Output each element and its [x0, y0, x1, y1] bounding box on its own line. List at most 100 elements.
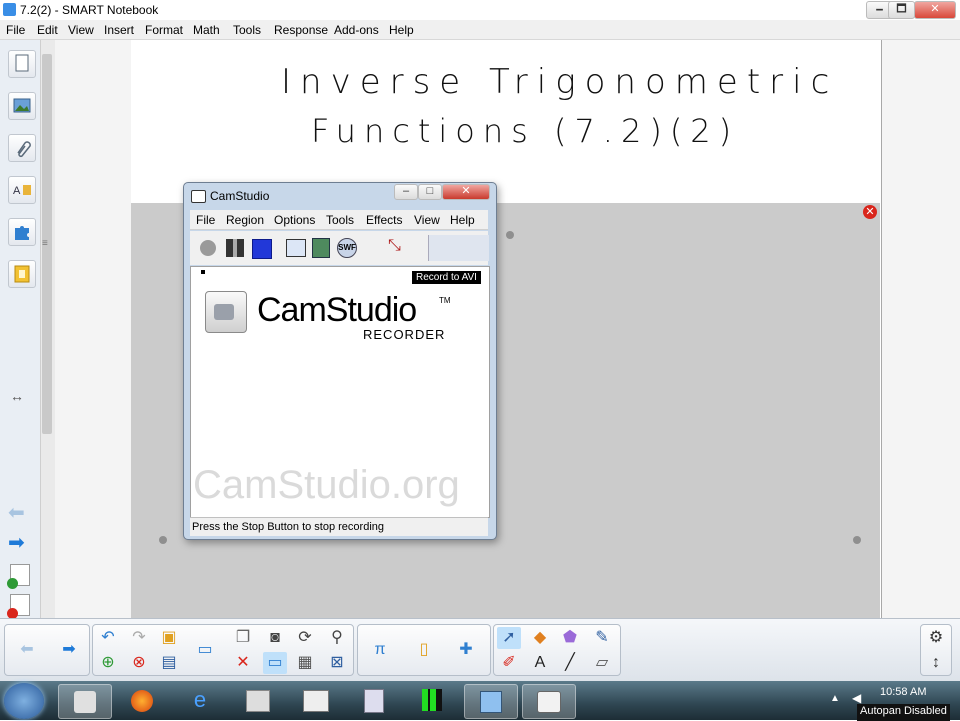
- volume-icon[interactable]: ◀: [852, 691, 861, 705]
- trademark-label: TM: [439, 296, 451, 305]
- delete-icon[interactable]: ✕: [231, 652, 255, 674]
- record-tooltip: Record to AVI: [412, 271, 481, 284]
- task-calculator[interactable]: [348, 684, 400, 717]
- shapes-icon[interactable]: ◆: [528, 627, 552, 649]
- task-audio-meter[interactable]: [406, 684, 458, 717]
- camstudio-menu-bar: File Region Options Tools Effects View H…: [190, 210, 488, 230]
- response-tab[interactable]: [8, 260, 36, 288]
- sidebar-resize-grip[interactable]: ≡: [42, 238, 48, 249]
- taskbar: e ▲ ◀ 10:58 AM Autopan Disabled: [0, 681, 960, 721]
- cam-menu-region[interactable]: Region: [226, 213, 264, 227]
- clock-time[interactable]: 10:58 AM: [880, 686, 926, 698]
- close-button[interactable]: ✕: [914, 1, 956, 19]
- selection-handle[interactable]: [159, 536, 167, 544]
- gear-icon[interactable]: ⚙: [924, 627, 948, 649]
- menu-math[interactable]: Math: [193, 23, 220, 37]
- camstudio-close-button[interactable]: ✕: [442, 184, 490, 200]
- page-sorter-tab[interactable]: [8, 50, 36, 78]
- menu-help[interactable]: Help: [389, 23, 414, 37]
- pens-icon[interactable]: ✐: [497, 652, 521, 674]
- magnifier-icon[interactable]: ⚲: [325, 627, 349, 649]
- task-internet-explorer[interactable]: e: [174, 684, 226, 717]
- previous-page-icon[interactable]: ⬅: [15, 639, 39, 661]
- task-media[interactable]: [290, 684, 342, 717]
- add-page-icon[interactable]: [7, 564, 30, 589]
- autopan-icon[interactable]: ⤡: [388, 237, 408, 257]
- options-icon[interactable]: [312, 238, 330, 258]
- task-smart-notebook[interactable]: [58, 684, 112, 719]
- show-hidden-icons-icon[interactable]: ▲: [830, 693, 840, 704]
- menu-addons[interactable]: Add-ons: [334, 23, 379, 37]
- selection-handle[interactable]: [853, 536, 861, 544]
- cam-menu-effects[interactable]: Effects: [366, 213, 402, 227]
- menu-file[interactable]: File: [6, 23, 25, 37]
- select-icon[interactable]: ➚: [497, 627, 521, 649]
- table-icon[interactable]: ▦: [293, 652, 317, 674]
- page-title-line2[interactable]: Functions (7.2)(2): [311, 112, 739, 150]
- selection-handle[interactable]: [506, 231, 514, 239]
- swf-icon[interactable]: SWF: [337, 238, 357, 258]
- delete-object-icon[interactable]: ✕: [863, 205, 877, 219]
- maximize-button[interactable]: 🗖: [888, 1, 915, 19]
- math-icon[interactable]: π: [368, 639, 392, 661]
- redo-icon[interactable]: ↷: [127, 627, 151, 649]
- record-icon[interactable]: [200, 240, 216, 256]
- screen-capture-icon[interactable]: ⟳: [293, 627, 317, 649]
- next-page-icon[interactable]: ➡: [8, 530, 25, 555]
- canvas-margin-right: [881, 40, 960, 618]
- camstudio-window[interactable]: CamStudio – □ ✕ File Region Options Tool…: [183, 182, 497, 540]
- pause-icon[interactable]: [226, 239, 244, 257]
- task-notepad[interactable]: [464, 684, 518, 719]
- menu-edit[interactable]: Edit: [37, 23, 58, 37]
- properties-tab[interactable]: A: [8, 176, 36, 204]
- close-view-icon[interactable]: ⊠: [325, 652, 349, 674]
- task-printer[interactable]: [232, 684, 284, 717]
- camstudio-toolbar: SWF ⤡: [190, 231, 489, 265]
- capture-icon[interactable]: ◙: [263, 627, 287, 649]
- move-toolbar-icon[interactable]: ↕: [924, 652, 948, 674]
- region-icon[interactable]: [286, 239, 306, 257]
- addons-tab[interactable]: [8, 218, 36, 246]
- open-folder-icon[interactable]: ▣: [157, 627, 181, 649]
- page-canvas[interactable]: Inverse Trigonometric Functions (7.2)(2): [131, 40, 880, 203]
- menu-response[interactable]: Response: [274, 23, 328, 37]
- full-screen-icon[interactable]: ▭: [263, 652, 287, 674]
- menu-insert[interactable]: Insert: [104, 23, 134, 37]
- cam-menu-view[interactable]: View: [414, 213, 440, 227]
- magic-pen-icon[interactable]: ✎: [590, 627, 614, 649]
- add-page-icon[interactable]: ⊕: [96, 652, 120, 674]
- screen-shade-icon[interactable]: ▭: [193, 639, 217, 661]
- text-icon[interactable]: A: [528, 652, 552, 674]
- undo-icon[interactable]: ↶: [96, 627, 120, 649]
- cam-menu-options[interactable]: Options: [274, 213, 315, 227]
- response-icon[interactable]: ▯: [412, 639, 436, 661]
- fill-icon[interactable]: ⬟: [558, 627, 582, 649]
- task-camstudio[interactable]: [522, 684, 576, 719]
- paste-icon[interactable]: ❐: [231, 627, 255, 649]
- menu-tools[interactable]: Tools: [233, 23, 261, 37]
- next-page-icon[interactable]: ➡: [57, 639, 81, 661]
- camstudio-maximize-button[interactable]: □: [418, 184, 442, 200]
- line-icon[interactable]: ╱: [558, 652, 582, 674]
- save-icon[interactable]: ▤: [157, 652, 181, 674]
- eraser-icon[interactable]: ▱: [590, 652, 614, 674]
- attachments-tab[interactable]: [8, 134, 36, 162]
- cam-menu-tools[interactable]: Tools: [326, 213, 354, 227]
- task-firefox[interactable]: [116, 684, 168, 717]
- menu-format[interactable]: Format: [145, 23, 183, 37]
- camstudio-logo-name: CamStudio: [257, 291, 417, 329]
- start-button[interactable]: [4, 683, 44, 719]
- move-sidebar-icon[interactable]: ↔: [10, 388, 24, 404]
- cam-menu-file[interactable]: File: [196, 213, 215, 227]
- canvas-margin-left: [55, 40, 131, 618]
- delete-page-icon[interactable]: ⊗: [127, 652, 151, 674]
- cam-menu-help[interactable]: Help: [450, 213, 475, 227]
- delete-page-icon[interactable]: [7, 594, 30, 619]
- stop-icon[interactable]: [252, 239, 272, 259]
- gallery-tab[interactable]: [8, 92, 36, 120]
- page-title-line1[interactable]: Inverse Trigonometric: [281, 62, 838, 102]
- camstudio-minimize-button[interactable]: –: [394, 184, 418, 200]
- puzzle-icon[interactable]: ✚: [454, 639, 478, 661]
- previous-page-icon[interactable]: ⬅: [8, 500, 25, 525]
- menu-view[interactable]: View: [68, 23, 94, 37]
